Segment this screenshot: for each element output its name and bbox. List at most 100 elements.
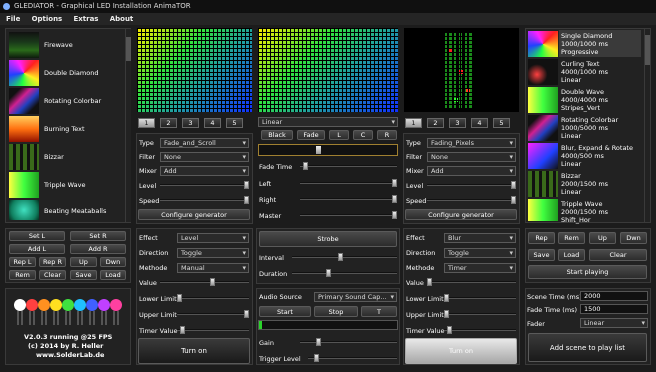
tab-1-left[interactable]: 1 [138, 118, 155, 128]
effect-select[interactable]: Blur [444, 233, 516, 243]
list-item[interactable]: Bizzar [561, 172, 581, 180]
effect-select[interactable]: Level [177, 233, 249, 243]
website-text[interactable]: www.SolderLab.de [36, 351, 104, 359]
dwn-button[interactable]: Dwn [100, 257, 126, 267]
tab-3-right[interactable]: 3 [449, 118, 466, 128]
black-button[interactable]: Black [261, 130, 293, 140]
crossfader-thumb[interactable] [316, 146, 321, 154]
timer-value-slider[interactable] [177, 326, 249, 334]
lower-limit-slider[interactable] [444, 294, 516, 302]
list-item[interactable]: Tripple Wave [44, 181, 85, 189]
fade-time-slider[interactable] [300, 162, 397, 170]
playlist[interactable]: Single Diamond 1000/1000 ms Progressive … [525, 28, 651, 224]
list-item[interactable]: Bizzar [44, 153, 64, 161]
methode-select[interactable]: Manual [177, 263, 249, 273]
turn-on-right-button[interactable]: Turn on [405, 338, 517, 364]
filter-select[interactable]: None [160, 152, 249, 162]
audio-stop-button[interactable]: Stop [314, 306, 358, 317]
tab-3-left[interactable]: 3 [182, 118, 199, 128]
clear-button[interactable]: Clear [589, 249, 647, 261]
list-scrollbar[interactable] [125, 29, 131, 222]
tab-2-right[interactable]: 2 [427, 118, 444, 128]
list-item[interactable]: Rotating Colorbar [561, 116, 618, 124]
value-slider[interactable] [160, 278, 249, 286]
tab-5-right[interactable]: 5 [493, 118, 510, 128]
set-r-button[interactable]: Set R [70, 231, 126, 241]
menu-about[interactable]: About [110, 15, 134, 23]
list-item[interactable]: Beating Meataballs [44, 207, 106, 215]
left-level-slider[interactable] [300, 179, 397, 187]
list-item[interactable]: Tripple Wave [561, 200, 602, 208]
turn-on-left-button[interactable]: Turn on [138, 338, 250, 364]
r-button[interactable]: R [377, 130, 397, 140]
scrollbar-thumb[interactable] [126, 37, 131, 61]
tab-1-right[interactable]: 1 [405, 118, 422, 128]
audio-start-button[interactable]: Start [259, 306, 311, 317]
list-item[interactable]: Burning Text [44, 125, 85, 133]
speed-slider[interactable] [160, 196, 249, 204]
fader-select[interactable]: Linear [580, 318, 648, 328]
add-l-button[interactable]: Add L [9, 244, 65, 254]
menu-file[interactable]: File [6, 15, 20, 23]
mixer-mode-select[interactable]: Linear [258, 117, 398, 127]
list-item[interactable]: Firewave [44, 41, 73, 49]
scene-time-input[interactable]: 2000 [580, 291, 648, 301]
menu-extras[interactable]: Extras [73, 15, 98, 23]
fade-time-input[interactable]: 1500 [580, 304, 648, 314]
audio-source-select[interactable]: Primary Sound Cap... [314, 292, 397, 302]
start-playing-button[interactable]: Start playing [528, 265, 647, 279]
level-slider[interactable] [427, 181, 516, 189]
rem-button[interactable]: Rem [558, 232, 585, 244]
list-item[interactable]: Rotating Colorbar [44, 97, 101, 105]
audio-t-button[interactable]: T [361, 306, 397, 317]
interval-slider[interactable] [292, 253, 397, 261]
save-button[interactable]: Save [528, 249, 555, 261]
up-button[interactable]: Up [589, 232, 616, 244]
load-button[interactable]: Load [100, 270, 126, 280]
master-slider[interactable] [300, 211, 397, 219]
up-button[interactable]: Up [70, 257, 97, 267]
playlist-scrollbar[interactable] [644, 29, 650, 222]
right-level-slider[interactable] [300, 195, 397, 203]
save-button[interactable]: Save [70, 270, 97, 280]
tab-2-left[interactable]: 2 [160, 118, 177, 128]
rem-button[interactable]: Rem [9, 270, 36, 280]
c-button[interactable]: C [353, 130, 373, 140]
tab-4-right[interactable]: 4 [471, 118, 488, 128]
value-slider[interactable] [427, 278, 516, 286]
scrollbar-thumb[interactable] [645, 35, 650, 65]
strobe-button[interactable]: Strobe [259, 231, 397, 247]
filter-select[interactable]: None [427, 152, 516, 162]
configure-generator-right-button[interactable]: Configure generator [405, 209, 517, 220]
direction-select[interactable]: Toggle [177, 248, 249, 258]
list-item[interactable]: Curling Text [561, 60, 599, 68]
level-slider[interactable] [160, 181, 249, 189]
duration-slider[interactable] [292, 269, 397, 277]
list-item[interactable]: Single Diamond [561, 32, 612, 40]
speed-slider[interactable] [427, 196, 516, 204]
direction-select[interactable]: Toggle [444, 248, 516, 258]
crossfader-bar[interactable] [258, 144, 398, 156]
clear-button[interactable]: Clear [39, 270, 66, 280]
load-button[interactable]: Load [558, 249, 585, 261]
list-item[interactable]: Blur, Expand & Rotate [561, 144, 633, 152]
add-scene-button[interactable]: Add scene to play list [528, 333, 647, 362]
upper-limit-slider[interactable] [177, 310, 249, 318]
rep-r-button[interactable]: Rep R [39, 257, 66, 267]
mixer-select[interactable]: Add [427, 166, 516, 176]
timer-value-slider[interactable] [444, 326, 516, 334]
menu-options[interactable]: Options [32, 15, 63, 23]
configure-generator-left-button[interactable]: Configure generator [138, 209, 250, 220]
list-item[interactable]: Double Diamond [44, 69, 98, 77]
set-l-button[interactable]: Set L [9, 231, 65, 241]
gain-slider[interactable] [300, 338, 397, 346]
tab-5-left[interactable]: 5 [226, 118, 243, 128]
trigger-level-slider[interactable] [308, 354, 397, 362]
rep-button[interactable]: Rep [528, 232, 555, 244]
add-r-button[interactable]: Add R [70, 244, 126, 254]
tab-4-left[interactable]: 4 [204, 118, 221, 128]
lower-limit-slider[interactable] [177, 294, 249, 302]
upper-limit-slider[interactable] [444, 310, 516, 318]
l-button[interactable]: L [329, 130, 349, 140]
fade-button[interactable]: Fade [297, 130, 325, 140]
